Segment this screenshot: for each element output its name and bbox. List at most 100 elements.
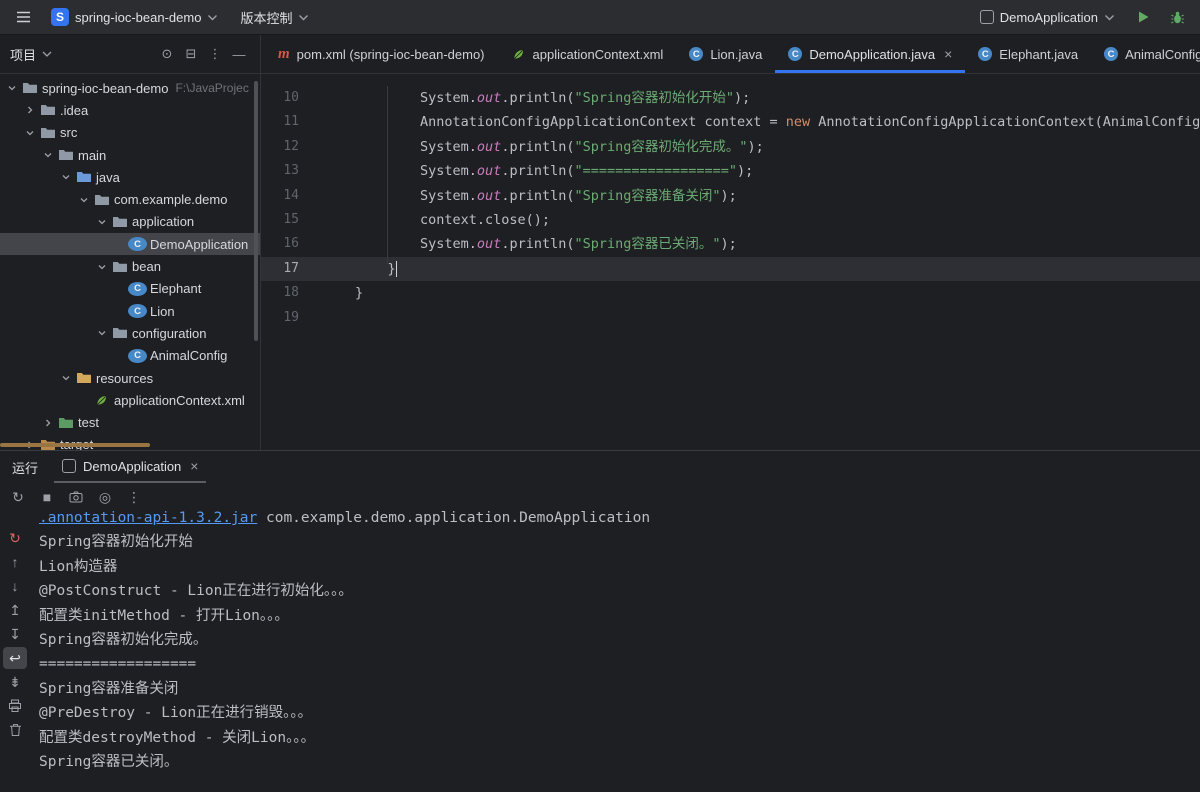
code-line-18[interactable]: 18} (261, 281, 1200, 305)
main-menu-icon[interactable] (10, 4, 36, 30)
tree-item-java[interactable]: java (0, 166, 260, 188)
line-number[interactable]: 18 (261, 281, 355, 305)
line-number[interactable]: 14 (261, 184, 355, 208)
console-settings-icon[interactable]: ◎ (92, 484, 118, 510)
tree-item-AnimalConfig[interactable]: C AnimalConfig (0, 345, 260, 367)
next-message-icon[interactable]: ↧ (3, 623, 27, 645)
code-line-15[interactable]: 15 context.close(); (261, 208, 1200, 232)
tree-item-applicationContext.xml[interactable]: applicationContext.xml (0, 389, 260, 411)
tree-item-resources[interactable]: resources (0, 367, 260, 389)
tree-item-target[interactable]: target (0, 434, 260, 450)
debug-button[interactable] (1164, 4, 1190, 30)
code-line-13[interactable]: 13 System.out.println("=================… (261, 159, 1200, 183)
tab-Elephant.java[interactable]: C Elephant.java (965, 35, 1091, 73)
project-widget[interactable]: S spring-ioc-bean-demo (44, 5, 225, 29)
code-line-10[interactable]: 10 System.out.println("Spring容器初始化开始"); (261, 86, 1200, 110)
tab-label: applicationContext.xml (532, 46, 664, 62)
tree-item-Lion[interactable]: C Lion (0, 300, 260, 322)
rerun-icon[interactable]: ↻ (3, 527, 27, 549)
close-icon[interactable]: × (190, 459, 198, 473)
line-number[interactable]: 16 (261, 232, 355, 256)
tree-item-label: Elephant (150, 281, 202, 297)
line-number[interactable]: 10 (261, 86, 355, 110)
chevron-down-icon[interactable] (42, 51, 52, 57)
stop-icon[interactable]: ■ (34, 484, 60, 510)
tab-Lion.java[interactable]: C Lion.java (676, 35, 775, 73)
chevron-down-icon[interactable] (58, 172, 74, 182)
tree-item-bean[interactable]: bean (0, 255, 260, 277)
chevron-right-icon[interactable] (22, 105, 38, 115)
locate-file-icon[interactable]: ⊙ (156, 43, 178, 65)
chevron-down-icon[interactable] (94, 217, 110, 227)
rerun-icon[interactable]: ↻ (5, 484, 31, 510)
tree-item-.idea[interactable]: .idea (0, 99, 260, 121)
tree-item-DemoApplication[interactable]: C DemoApplication (0, 233, 260, 256)
clear-all-icon[interactable] (3, 719, 27, 741)
prev-message-icon[interactable]: ↥ (3, 599, 27, 621)
tab-AnimalConfig.java[interactable]: C AnimalConfig.java (1091, 35, 1200, 73)
code-line-12[interactable]: 12 System.out.println("Spring容器初始化完成。"); (261, 135, 1200, 159)
more-vertical-icon: ⋮ (127, 488, 141, 505)
code-line-11[interactable]: 11 AnnotationConfigApplicationContext co… (261, 110, 1200, 134)
chevron-right-icon[interactable] (40, 418, 56, 428)
line-number[interactable]: 11 (261, 110, 355, 134)
vcs-widget[interactable]: 版本控制 (233, 5, 316, 30)
code-line-14[interactable]: 14 System.out.println("Spring容器准备关闭"); (261, 184, 1200, 208)
tree-item-main[interactable]: main (0, 144, 260, 166)
line-number[interactable]: 15 (261, 208, 355, 232)
tree-item-label: application (132, 214, 195, 230)
package-icon (110, 259, 129, 275)
code-line-19[interactable]: 19 (261, 306, 1200, 330)
down-the-stack-trace-icon[interactable]: ↓ (3, 575, 27, 597)
run-config-icon (979, 10, 994, 24)
code-area[interactable]: 10 System.out.println("Spring容器初始化开始"); 1… (261, 74, 1200, 450)
vertical-scrollbar[interactable] (254, 81, 258, 341)
more-vertical-icon[interactable]: ⋮ (121, 484, 147, 510)
tree-item-configuration[interactable]: configuration (0, 322, 260, 344)
tree-item-Elephant[interactable]: C Elephant (0, 278, 260, 300)
scroll-to-end-icon[interactable]: ⇟ (3, 671, 27, 693)
chevron-down-icon[interactable] (4, 83, 20, 93)
tree-item-application[interactable]: application (0, 211, 260, 233)
stop-icon: ■ (42, 489, 52, 505)
chevron-down-icon[interactable] (40, 150, 56, 160)
tree-item-com.example.demo[interactable]: com.example.demo (0, 188, 260, 210)
line-number[interactable]: 13 (261, 159, 355, 183)
thread-dump-icon[interactable] (63, 484, 89, 510)
tab-pom.xml (spring-ioc-bean-demo)[interactable]: m pom.xml (spring-ioc-bean-demo) (265, 35, 498, 73)
run-tab-label: DemoApplication (83, 458, 182, 474)
tab-label: Lion.java (710, 46, 763, 62)
chevron-down-icon[interactable] (94, 328, 110, 338)
run-button[interactable] (1130, 4, 1156, 30)
chevron-down-icon[interactable] (22, 128, 38, 138)
line-number[interactable]: 19 (261, 306, 355, 330)
code-line-17[interactable]: 17 } (261, 256, 1200, 282)
soft-wrap-icon[interactable]: ↩ (3, 647, 27, 669)
tab-DemoApplication.java[interactable]: C DemoApplication.java × (775, 35, 966, 73)
horizontal-scrollbar[interactable] (0, 443, 150, 447)
test-folder-icon (56, 415, 75, 431)
tab-applicationContext.xml[interactable]: applicationContext.xml (498, 35, 677, 73)
line-number[interactable]: 12 (261, 135, 355, 159)
run-tab[interactable]: DemoApplication × (54, 451, 207, 483)
tree-item-spring-ioc-bean-demo[interactable]: spring-ioc-bean-demo F:\JavaProjec (0, 77, 260, 99)
collapse-all-icon[interactable]: ⊟ (180, 43, 202, 65)
line-number[interactable]: 17 (261, 257, 355, 281)
run-config-selector[interactable]: DemoApplication (973, 7, 1122, 28)
print-icon[interactable] (3, 695, 27, 717)
run-config-name: DemoApplication (999, 9, 1098, 25)
tree-item-src[interactable]: src (0, 122, 260, 144)
chevron-down-icon[interactable] (58, 373, 74, 383)
chevron-down-icon[interactable] (94, 262, 110, 272)
console-output[interactable]: .annotation-api-1.3.2.jar com.example.de… (30, 511, 1200, 792)
chevron-down-icon[interactable] (76, 195, 92, 205)
package-icon (110, 214, 129, 230)
close-icon[interactable]: × (944, 47, 952, 61)
tree-item-test[interactable]: test (0, 411, 260, 433)
up-the-stack-trace-icon[interactable]: ↑ (3, 551, 27, 573)
console-link[interactable]: .annotation-api-1.3.2.jar (39, 511, 257, 526)
code-line-16[interactable]: 16 System.out.println("Spring容器已关闭。"); (261, 232, 1200, 256)
more-vertical-icon[interactable]: ⋮ (204, 43, 226, 65)
hide-panel-icon[interactable]: — (228, 43, 250, 65)
code-token: "Spring容器已关闭。" (574, 236, 721, 253)
